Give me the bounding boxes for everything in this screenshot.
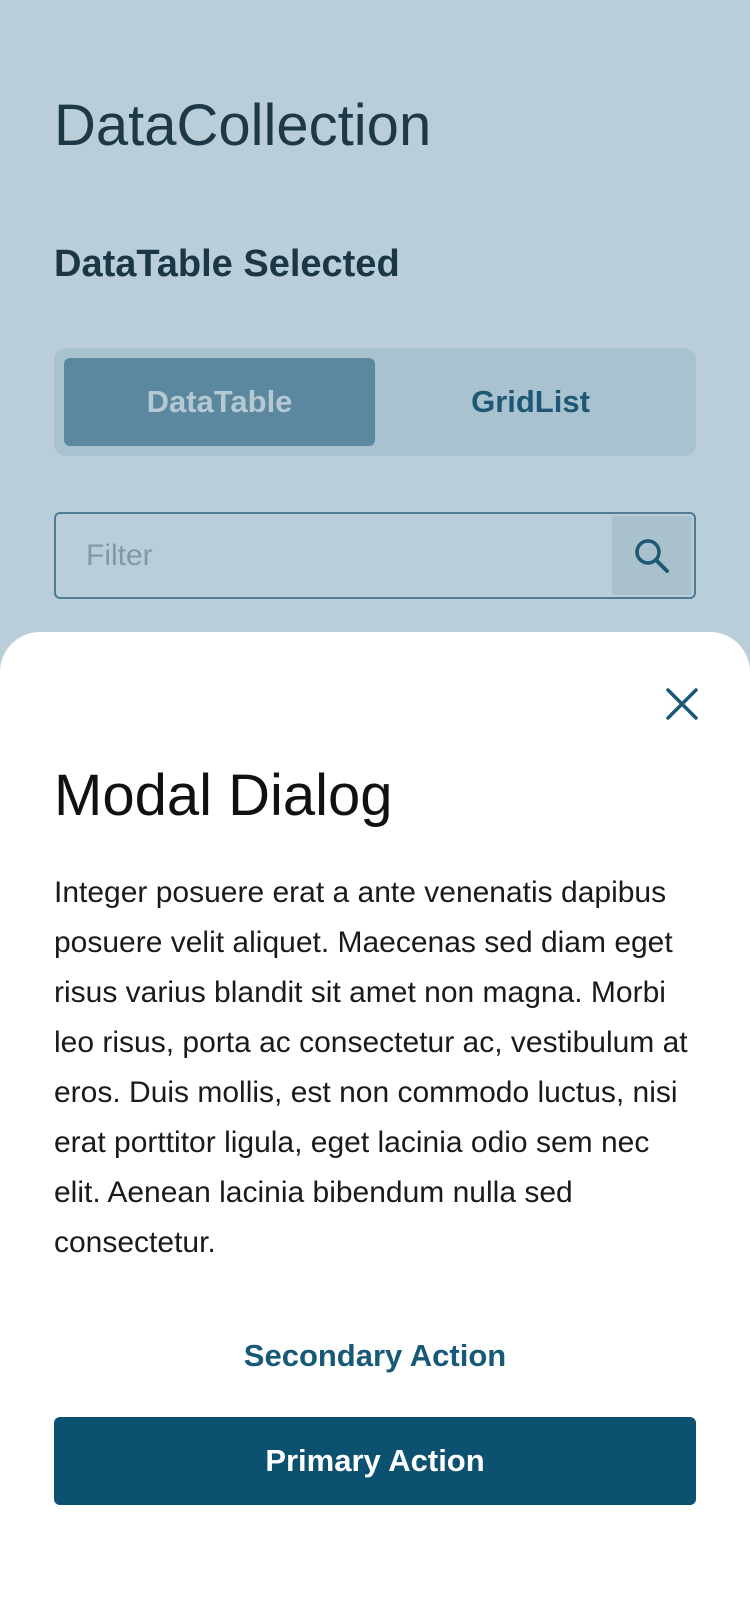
selection-status: DataTable Selected — [54, 243, 400, 285]
secondary-action-button[interactable]: Secondary Action — [54, 1320, 696, 1392]
modal-title: Modal Dialog — [54, 763, 393, 828]
segment-gridlist[interactable]: GridList — [375, 358, 686, 446]
primary-action-button[interactable]: Primary Action — [54, 1417, 696, 1505]
close-icon — [666, 688, 698, 720]
filter-field — [54, 512, 696, 599]
segment-datatable[interactable]: DataTable — [64, 358, 375, 446]
close-button[interactable] — [662, 684, 702, 724]
filter-input[interactable] — [56, 514, 610, 597]
page-title: DataCollection — [54, 93, 432, 158]
view-switcher: DataTable GridList — [54, 348, 696, 456]
modal-body-text: Integer posuere erat a ante venenatis da… — [54, 876, 688, 1259]
modal-dialog: Modal Dialog Integer posuere erat a ante… — [0, 632, 750, 1624]
search-button[interactable] — [612, 516, 692, 595]
search-icon — [635, 538, 669, 573]
